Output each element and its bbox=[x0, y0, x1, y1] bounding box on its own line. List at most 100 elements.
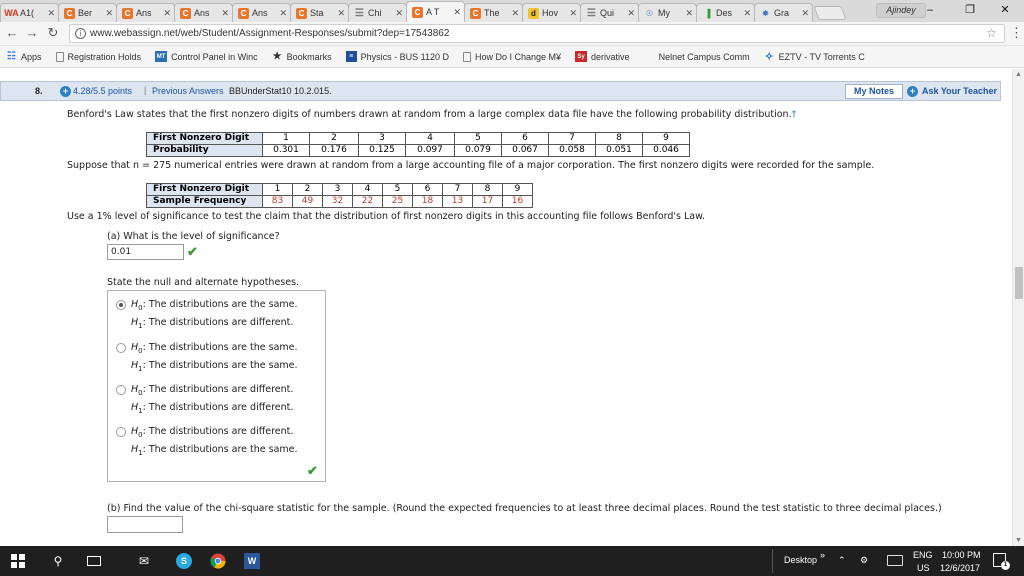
reload-icon[interactable]: ↻ bbox=[45, 25, 61, 41]
scroll-down-icon[interactable]: ▼ bbox=[1015, 537, 1022, 544]
browser-tab[interactable]: WA A1(✕ bbox=[0, 3, 59, 22]
bookmark-star-icon[interactable]: ☆ bbox=[986, 25, 997, 42]
h1-line: H1: The distributions are different. bbox=[131, 317, 294, 330]
table-cell: 32 bbox=[322, 195, 353, 208]
bookmark-item[interactable]: ★ Bookmarks bbox=[272, 51, 332, 62]
browser-tab[interactable]: C Sta ✕ bbox=[290, 3, 349, 22]
plus-icon[interactable]: + bbox=[907, 86, 918, 97]
menu-dots-icon[interactable]: ⋮ bbox=[1010, 25, 1023, 41]
checkmark-icon: ✔ bbox=[307, 463, 318, 478]
bookmark-item[interactable]: Nelnet Campus Comm bbox=[644, 51, 750, 62]
word-icon[interactable]: W bbox=[238, 546, 266, 576]
caret-up-icon[interactable]: ⌃ bbox=[838, 555, 846, 566]
plus-icon[interactable]: + bbox=[60, 86, 71, 97]
close-tab-icon[interactable]: ✕ bbox=[627, 8, 635, 19]
browser-tab[interactable]: ✵ Gra ✕ bbox=[754, 3, 813, 22]
toolbar: ← → ↻ i www.webassign.net/web/Student/As… bbox=[0, 22, 1024, 46]
language-indicator[interactable]: ENG bbox=[913, 550, 933, 560]
part-b-prompt: (b) Find the value of the chi-square sta… bbox=[107, 503, 942, 514]
network-icon[interactable]: ⚙ bbox=[860, 555, 868, 566]
vertical-scrollbar[interactable]: ▲ ▼ bbox=[1012, 69, 1024, 546]
task-view-icon[interactable] bbox=[80, 546, 108, 576]
keyboard-icon[interactable] bbox=[887, 555, 903, 566]
chi-square-input[interactable] bbox=[107, 516, 183, 533]
radio-button[interactable] bbox=[116, 385, 126, 395]
close-tab-icon[interactable]: ✕ bbox=[801, 8, 809, 19]
close-tab-icon[interactable]: ✕ bbox=[279, 8, 287, 19]
h1-text: The distributions are the same. bbox=[148, 360, 298, 371]
restore-button[interactable]: ❐ bbox=[955, 0, 985, 20]
search-icon[interactable]: ⚲ bbox=[44, 546, 72, 576]
table-cell: 0.067 bbox=[501, 144, 549, 157]
table-cell: 16 bbox=[502, 195, 533, 208]
bookmark-item[interactable]: MT Control Panel in Winc bbox=[155, 51, 258, 62]
radio-button[interactable] bbox=[116, 427, 126, 437]
bookmark-item[interactable]: ≡ Physics - BUS 1120 D bbox=[345, 51, 449, 62]
question-id: BBUnderStat10 10.2.015. bbox=[229, 86, 332, 96]
new-tab-button[interactable] bbox=[813, 6, 847, 20]
region-indicator[interactable]: US bbox=[917, 563, 930, 573]
browser-tab[interactable]: C Ans ✕ bbox=[232, 3, 291, 22]
h0-line: H0: The distributions are different. bbox=[131, 426, 294, 439]
close-tab-icon[interactable]: ✕ bbox=[453, 7, 461, 18]
significance-answer-field[interactable]: 0.01 bbox=[107, 244, 184, 260]
table-cell: 5 bbox=[454, 132, 502, 145]
close-tab-icon[interactable]: ✕ bbox=[163, 8, 171, 19]
browser-tab[interactable]: CA T ✕ bbox=[406, 1, 465, 22]
browser-tab[interactable]: ☰ Qui ✕ bbox=[580, 3, 639, 22]
bookmark-item[interactable]: ☷ Apps bbox=[6, 51, 42, 62]
desktop-toolbar[interactable]: Desktop bbox=[784, 555, 817, 565]
info-icon[interactable]: i bbox=[75, 28, 86, 39]
clock-time[interactable]: 10:00 PM bbox=[942, 550, 981, 560]
browser-tab[interactable]: C The ✕ bbox=[464, 3, 523, 22]
chrome-icon[interactable] bbox=[204, 546, 232, 576]
back-arrow-icon[interactable]: ← bbox=[4, 25, 20, 41]
bookmark-item[interactable]: Sy derivative bbox=[575, 51, 630, 62]
lightbulb-icon: ☉ bbox=[645, 8, 654, 18]
close-tab-icon[interactable]: ✕ bbox=[569, 8, 577, 19]
ask-teacher-link[interactable]: Ask Your Teacher bbox=[922, 86, 997, 96]
page-icon bbox=[463, 51, 471, 62]
browser-tab[interactable]: ▐ Des ✕ bbox=[696, 3, 755, 22]
h0-text: The distributions are different. bbox=[148, 426, 294, 437]
radio-button[interactable] bbox=[116, 300, 126, 310]
close-tab-icon[interactable]: ✕ bbox=[511, 8, 519, 19]
bookmark-item[interactable]: Registration Holds bbox=[55, 51, 141, 62]
bookmark-item[interactable]: ✧ EZTV - TV Torrents C bbox=[764, 51, 865, 63]
scroll-thumb[interactable] bbox=[1015, 267, 1023, 299]
browser-tab[interactable]: ☰ Chi ✕ bbox=[348, 3, 407, 22]
table-cell: 8 bbox=[472, 183, 503, 196]
footnote-dagger[interactable]: † bbox=[792, 109, 797, 120]
mail-icon[interactable]: ✉ bbox=[130, 546, 158, 576]
notification-icon[interactable]: 1 bbox=[993, 553, 1010, 570]
browser-tab[interactable]: d Hov ✕ bbox=[522, 3, 581, 22]
close-tab-icon[interactable]: ✕ bbox=[743, 8, 751, 19]
close-tab-icon[interactable]: ✕ bbox=[105, 8, 113, 19]
minimize-button[interactable]: – bbox=[915, 0, 945, 20]
forward-arrow-icon[interactable]: → bbox=[24, 25, 40, 41]
close-tab-icon[interactable]: ✕ bbox=[337, 8, 345, 19]
my-notes-button[interactable]: My Notes bbox=[845, 84, 903, 99]
address-bar[interactable]: i www.webassign.net/web/Student/Assignme… bbox=[69, 24, 1005, 43]
windows-start-icon[interactable] bbox=[4, 546, 32, 576]
browser-tab[interactable]: C Ber ✕ bbox=[58, 3, 117, 22]
close-window-button[interactable]: ✕ bbox=[990, 0, 1020, 20]
bookmark-item[interactable]: How Do I Change M¥ bbox=[463, 51, 561, 62]
close-tab-icon[interactable]: ✕ bbox=[395, 8, 403, 19]
browser-tab[interactable]: ☉ My ✕ bbox=[638, 3, 697, 22]
screen: WA A1(✕ C Ber ✕ C Ans ✕ C Ans ✕ C Ans ✕ C Sta ✕ ☰ Chi ✕ C A T… bbox=[0, 0, 1024, 576]
points-link[interactable]: 4.28/5.5 points bbox=[73, 86, 132, 96]
chevron-icon[interactable]: » bbox=[820, 550, 825, 560]
browser-tab[interactable]: C Ans ✕ bbox=[116, 3, 175, 22]
close-tab-icon[interactable]: ✕ bbox=[685, 8, 693, 19]
table-cell: 1 bbox=[262, 132, 310, 145]
scroll-up-icon[interactable]: ▲ bbox=[1015, 71, 1022, 78]
previous-answers-link[interactable]: Previous Answers bbox=[152, 86, 224, 96]
browser-tab[interactable]: C Ans ✕ bbox=[174, 3, 233, 22]
close-tab-icon[interactable]: ✕ bbox=[221, 8, 229, 19]
h0-text: The distributions are different. bbox=[148, 384, 294, 395]
close-tab-icon[interactable]: ✕ bbox=[47, 8, 55, 19]
skype-icon[interactable]: S bbox=[170, 546, 198, 576]
clock-date[interactable]: 12/6/2017 bbox=[940, 563, 980, 573]
radio-button[interactable] bbox=[116, 343, 126, 353]
